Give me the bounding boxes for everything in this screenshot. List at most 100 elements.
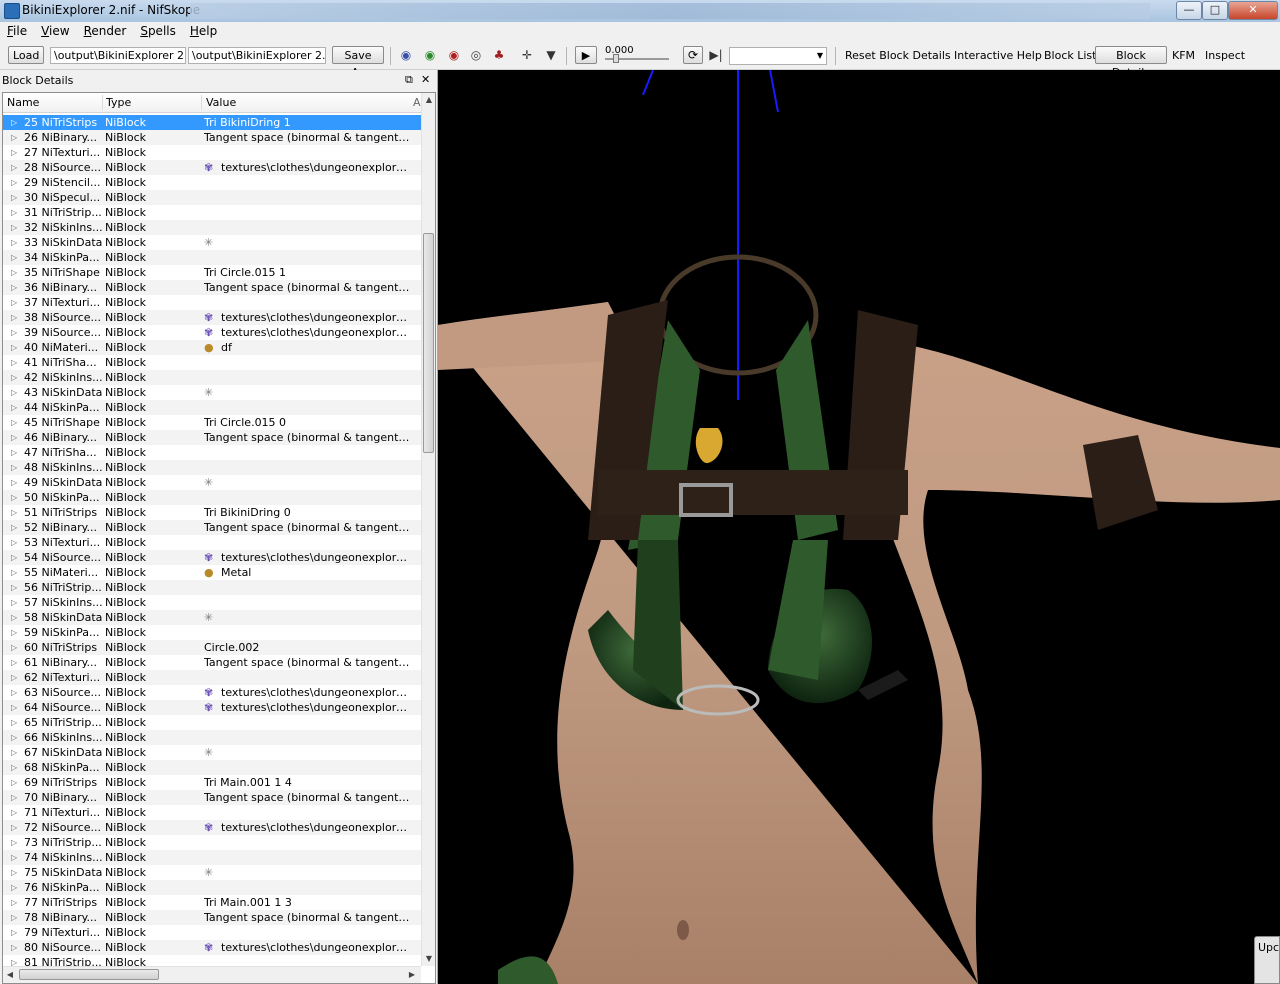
expand-arrow-icon[interactable]: ▷ [11,745,17,760]
expand-arrow-icon[interactable]: ▷ [11,475,17,490]
tree-row[interactable]: ▷ 40 NiMateri... NiBlock ● df [3,340,421,355]
save-as-button[interactable]: Save As [332,46,384,79]
tree-row[interactable]: ▷ 37 NiTexturi... NiBlock [3,295,421,310]
expand-arrow-icon[interactable]: ▷ [11,130,17,145]
play-button[interactable]: ▶ [575,46,597,64]
hscroll-thumb[interactable] [19,969,159,980]
expand-arrow-icon[interactable]: ▷ [11,340,17,355]
menu-render[interactable]: Render [77,22,134,40]
tree-row[interactable]: ▷ 53 NiTexturi... NiBlock [3,535,421,550]
expand-arrow-icon[interactable]: ▷ [11,790,17,805]
expand-arrow-icon[interactable]: ▷ [11,445,17,460]
tree-row[interactable]: ▷ 59 NiSkinPa... NiBlock [3,625,421,640]
animation-select[interactable]: ▼ [729,47,827,65]
tree-row[interactable]: ▷ 51 NiTriStrips NiBlock Tri BikiniDring 0 [3,505,421,520]
tree-row[interactable]: ▷ 36 NiBinary... NiBlock Tangent space (bin… [3,280,421,295]
expand-arrow-icon[interactable]: ▷ [11,565,17,580]
column-extra[interactable]: A [413,96,421,109]
expand-arrow-icon[interactable]: ▷ [11,760,17,775]
tree-row[interactable]: ▷ 25 NiTriStrips NiBlock Tri BikiniDring 1 [3,115,421,130]
expand-arrow-icon[interactable]: ▷ [11,685,17,700]
close-button[interactable]: ✕ [1228,1,1278,20]
view-eye-icon[interactable]: ◉ [398,48,414,62]
expand-arrow-icon[interactable]: ▷ [11,925,17,940]
tree-row[interactable]: ▷ 42 NiSkinIns... NiBlock [3,370,421,385]
tree-row[interactable]: ▷ 27 NiTexturi... NiBlock [3,145,421,160]
expand-arrow-icon[interactable]: ▷ [11,115,17,130]
expand-arrow-icon[interactable]: ▷ [11,655,17,670]
move-axis-icon[interactable]: ✛ [519,48,535,62]
reset-block-details-link[interactable]: Reset Block Details [845,49,951,62]
expand-arrow-icon[interactable]: ▷ [11,775,17,790]
expand-arrow-icon[interactable]: ▷ [11,940,17,955]
tree-row[interactable]: ▷ 31 NiTriStrip... NiBlock [3,205,421,220]
tree-row[interactable]: ▷ 33 NiSkinData NiBlock ✳ [3,235,421,250]
inspect-link[interactable]: Inspect [1205,49,1245,62]
expand-arrow-icon[interactable]: ▷ [11,550,17,565]
tree-row[interactable]: ▷ 76 NiSkinPa... NiBlock [3,880,421,895]
expand-arrow-icon[interactable]: ▷ [11,370,17,385]
load-path-field[interactable]: \output\BikiniExplorer 2.nif [50,47,186,64]
tree-row[interactable]: ▷ 45 NiTriShape NiBlock Tri Circle.015 0 [3,415,421,430]
expand-arrow-icon[interactable]: ▷ [11,625,17,640]
tree-row[interactable]: ▷ 47 NiTriSha... NiBlock [3,445,421,460]
tree-row[interactable]: ▷ 44 NiSkinPa... NiBlock [3,400,421,415]
interactive-help-link[interactable]: Interactive Help [954,49,1042,62]
minimize-button[interactable]: — [1176,1,1202,20]
tree-row[interactable]: ▷ 65 NiTriStrip... NiBlock [3,715,421,730]
menu-file[interactable]: File [0,22,34,40]
tree-row[interactable]: ▷ 77 NiTriStrips NiBlock Tri Main.001 1 3 [3,895,421,910]
expand-arrow-icon[interactable]: ▷ [11,535,17,550]
tree-row[interactable]: ▷ 68 NiSkinPa... NiBlock [3,760,421,775]
expand-arrow-icon[interactable]: ▷ [11,280,17,295]
tree-row[interactable]: ▷ 61 NiBinary... NiBlock Tangent space (bin… [3,655,421,670]
tree-row[interactable]: ▷ 49 NiSkinData NiBlock ✳ [3,475,421,490]
vertical-scrollbar[interactable]: ▲ ▼ [421,93,435,966]
expand-arrow-icon[interactable]: ▷ [11,730,17,745]
tree-row[interactable]: ▷ 30 NiSpecul... NiBlock [3,190,421,205]
green-eye-icon[interactable]: ◉ [422,48,438,62]
expand-arrow-icon[interactable]: ▷ [11,250,17,265]
tree-row[interactable]: ▷ 80 NiSource... NiBlock ✾ textures\clothes\… [3,940,421,955]
tree-row[interactable]: ▷ 73 NiTriStrip... NiBlock [3,835,421,850]
tree-row[interactable]: ▷ 74 NiSkinIns... NiBlock [3,850,421,865]
tree-row[interactable]: ▷ 66 NiSkinIns... NiBlock [3,730,421,745]
tree-row[interactable]: ▷ 52 NiBinary... NiBlock Tangent space (bin… [3,520,421,535]
tree-row[interactable]: ▷ 62 NiTexturi... NiBlock [3,670,421,685]
expand-arrow-icon[interactable]: ▷ [11,310,17,325]
dropdown-arrow-icon[interactable]: ▼ [543,48,559,62]
tree-row[interactable]: ▷ 70 NiBinary... NiBlock Tangent space (bin… [3,790,421,805]
red-eye-icon[interactable]: ◉ [446,48,462,62]
tree-row[interactable]: ▷ 35 NiTriShape NiBlock Tri Circle.015 1 [3,265,421,280]
expand-arrow-icon[interactable]: ▷ [11,325,17,340]
tree-row[interactable]: ▷ 39 NiSource... NiBlock ✾ textures\clothes\… [3,325,421,340]
time-slider-handle[interactable] [613,54,619,63]
expand-arrow-icon[interactable]: ▷ [11,805,17,820]
tree-row[interactable]: ▷ 41 NiTriSha... NiBlock [3,355,421,370]
expand-arrow-icon[interactable]: ▷ [11,490,17,505]
expand-arrow-icon[interactable]: ▷ [11,715,17,730]
tree-row[interactable]: ▷ 71 NiTexturi... NiBlock [3,805,421,820]
expand-arrow-icon[interactable]: ▷ [11,700,17,715]
tree-row[interactable]: ▷ 43 NiSkinData NiBlock ✳ [3,385,421,400]
tree-row[interactable]: ▷ 75 NiSkinData NiBlock ✳ [3,865,421,880]
maximize-button[interactable]: □ [1202,1,1228,20]
tree-row[interactable]: ▷ 48 NiSkinIns... NiBlock [3,460,421,475]
expand-arrow-icon[interactable]: ▷ [11,175,17,190]
update-button[interactable]: Upc [1254,936,1280,984]
wireframe-eye-icon[interactable]: ◎ [468,48,484,62]
tree-row[interactable]: ▷ 26 NiBinary... NiBlock Tangent space (bin… [3,130,421,145]
column-type[interactable]: Type [106,96,131,109]
expand-arrow-icon[interactable]: ▷ [11,850,17,865]
tree-row[interactable]: ▷ 57 NiSkinIns... NiBlock [3,595,421,610]
tree-row[interactable]: ▷ 34 NiSkinPa... NiBlock [3,250,421,265]
tree-row[interactable]: ▷ 69 NiTriStrips NiBlock Tri Main.001 1 4 [3,775,421,790]
expand-arrow-icon[interactable]: ▷ [11,415,17,430]
block-list-link[interactable]: Block List [1044,49,1096,62]
tree-row[interactable]: ▷ 55 NiMateri... NiBlock ● Metal [3,565,421,580]
expand-arrow-icon[interactable]: ▷ [11,220,17,235]
tree-row[interactable]: ▷ 54 NiSource... NiBlock ✾ textures\clothes\… [3,550,421,565]
expand-arrow-icon[interactable]: ▷ [11,895,17,910]
save-path-field[interactable]: \output\BikiniExplorer 2.nif [188,47,326,64]
render-viewport[interactable] [438,70,1280,984]
